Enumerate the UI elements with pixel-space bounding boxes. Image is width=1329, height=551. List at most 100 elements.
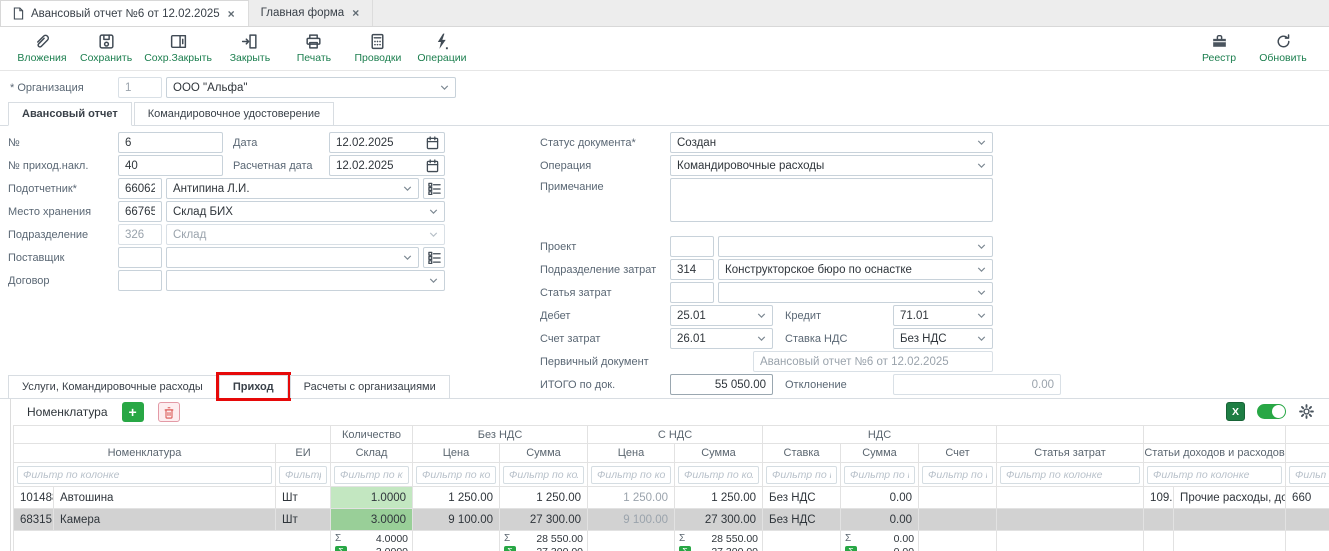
calendar-icon[interactable]: [426, 159, 439, 173]
supplier-select[interactable]: [166, 247, 419, 268]
col-unit[interactable]: ЕИ: [276, 444, 331, 463]
cell-vat-sum[interactable]: 0.00: [841, 487, 919, 509]
delete-row-button[interactable]: [158, 402, 180, 422]
cell-sum-with-vat[interactable]: 1 250.00: [675, 487, 763, 509]
doc-total-input[interactable]: [670, 374, 773, 395]
receipt-number-input[interactable]: [118, 155, 223, 176]
operation-select[interactable]: Командировочные расходы: [670, 155, 993, 176]
col-warehouse[interactable]: Склад: [331, 444, 413, 463]
cell-sum-with-vat[interactable]: 27 300.00: [675, 509, 763, 531]
cell-income-name[interactable]: [1174, 509, 1286, 531]
cell-cost-item[interactable]: [997, 509, 1144, 531]
filter-extra-input[interactable]: [1289, 466, 1329, 484]
accountable-code-input[interactable]: [118, 178, 162, 199]
save-button[interactable]: Сохранить: [74, 30, 138, 64]
supplier-tree-button[interactable]: [423, 247, 445, 268]
cell-extra[interactable]: 660: [1286, 487, 1329, 509]
credit-select[interactable]: 71.01: [893, 305, 993, 326]
filter-vat-rate-input[interactable]: [766, 466, 837, 484]
filter-warehouse-input[interactable]: [334, 466, 409, 484]
date-field[interactable]: [329, 132, 445, 153]
col-price-no-vat[interactable]: Цена: [413, 444, 500, 463]
close-button[interactable]: Закрыть: [218, 30, 282, 64]
cell-price-with-vat[interactable]: 9 100.00: [588, 509, 675, 531]
debit-select[interactable]: 25.01: [670, 305, 773, 326]
organization-code-input[interactable]: [118, 77, 162, 98]
filter-sum-with-vat-input[interactable]: [678, 466, 759, 484]
cell-name[interactable]: Автошина: [54, 487, 276, 509]
organization-select[interactable]: ООО "Альфа": [166, 77, 456, 98]
deviation-input[interactable]: [893, 374, 1061, 395]
contract-select[interactable]: [166, 270, 445, 291]
col-sum-with-vat[interactable]: Сумма: [675, 444, 763, 463]
cell-name[interactable]: Камера: [54, 509, 276, 531]
cell-extra[interactable]: [1286, 509, 1329, 531]
table-row[interactable]: 101488 Автошина Шт 1.0000 1 250.00 1 250…: [14, 487, 1329, 509]
storage-code-input[interactable]: [118, 201, 162, 222]
project-code-input[interactable]: [670, 236, 714, 257]
close-icon[interactable]: ×: [351, 6, 360, 20]
tab-travel-certificate[interactable]: Командировочное удостоверение: [134, 102, 334, 125]
refresh-button[interactable]: Обновить: [1251, 30, 1315, 64]
cell-qty[interactable]: 1.0000: [331, 487, 413, 509]
add-row-button[interactable]: +: [122, 402, 144, 422]
cell-income-code[interactable]: [1144, 509, 1174, 531]
accountable-select[interactable]: Антипина Л.И.: [166, 178, 419, 199]
col-vat-sum[interactable]: Сумма: [841, 444, 919, 463]
cell-code[interactable]: 101488: [14, 487, 54, 509]
cell-sum-no-vat[interactable]: 1 250.00: [500, 487, 588, 509]
window-tab-advance-report[interactable]: Авансовый отчет №6 от 12.02.2025 ×: [0, 0, 249, 26]
filter-price-with-vat-input[interactable]: [591, 466, 671, 484]
cell-price-with-vat[interactable]: 1 250.00: [588, 487, 675, 509]
filter-account-input[interactable]: [922, 466, 993, 484]
tab-settlements[interactable]: Расчеты с организациями: [290, 375, 450, 398]
col-sum-no-vat[interactable]: Сумма: [500, 444, 588, 463]
filter-nomenclature-input[interactable]: [17, 466, 272, 484]
cost-department-code-input[interactable]: [670, 259, 714, 280]
export-excel-button[interactable]: X: [1226, 402, 1245, 421]
close-icon[interactable]: ×: [227, 7, 236, 21]
cell-income-name[interactable]: Прочие расходы, дохо...: [1174, 487, 1286, 509]
calc-date-input[interactable]: [336, 160, 408, 172]
filter-sum-no-vat-input[interactable]: [503, 466, 584, 484]
cell-qty[interactable]: 3.0000: [331, 509, 413, 531]
cost-item-code-input[interactable]: [670, 282, 714, 303]
filter-unit-input[interactable]: [279, 466, 327, 484]
tab-income[interactable]: Приход: [219, 375, 288, 399]
postings-button[interactable]: Проводки: [346, 30, 410, 64]
storage-select[interactable]: Склад БИХ: [166, 201, 445, 222]
col-vat-rate[interactable]: Ставка: [763, 444, 841, 463]
tab-services-travel-expenses[interactable]: Услуги, Командировочные расходы: [8, 375, 217, 398]
contract-code-input[interactable]: [118, 270, 162, 291]
cell-income-code[interactable]: 109...: [1144, 487, 1174, 509]
col-account[interactable]: Счет: [919, 444, 997, 463]
calc-date-field[interactable]: [329, 155, 445, 176]
number-input[interactable]: [118, 132, 223, 153]
registry-button[interactable]: Реестр: [1187, 30, 1251, 64]
col-price-with-vat[interactable]: Цена: [588, 444, 675, 463]
calendar-icon[interactable]: [426, 136, 439, 150]
primary-doc-input[interactable]: [753, 351, 993, 372]
cost-department-select[interactable]: Конструкторское бюро по оснастке: [718, 259, 993, 280]
cell-account[interactable]: [919, 509, 997, 531]
cell-unit[interactable]: Шт: [276, 509, 331, 531]
totals-toggle[interactable]: [1257, 404, 1286, 419]
accountable-tree-button[interactable]: [423, 178, 445, 199]
filter-price-no-vat-input[interactable]: [416, 466, 496, 484]
filter-income-items-input[interactable]: [1147, 466, 1282, 484]
supplier-code-input[interactable]: [118, 247, 162, 268]
cell-vat-rate[interactable]: Без НДС: [763, 509, 841, 531]
print-button[interactable]: Печать: [282, 30, 346, 64]
vat-rate-select[interactable]: Без НДС: [893, 328, 993, 349]
cell-account[interactable]: [919, 487, 997, 509]
filter-vat-sum-input[interactable]: [844, 466, 915, 484]
department-select[interactable]: Склад: [166, 224, 445, 245]
cell-code[interactable]: 68315: [14, 509, 54, 531]
date-input[interactable]: [336, 137, 408, 149]
cost-account-select[interactable]: 26.01: [670, 328, 773, 349]
save-close-button[interactable]: Сохр.Закрыть: [138, 30, 218, 64]
project-select[interactable]: [718, 236, 993, 257]
table-row-selected[interactable]: 68315 Камера Шт 3.0000 9 100.00 27 300.0…: [14, 509, 1329, 531]
note-textarea[interactable]: [670, 178, 993, 222]
cell-vat-rate[interactable]: Без НДС: [763, 487, 841, 509]
